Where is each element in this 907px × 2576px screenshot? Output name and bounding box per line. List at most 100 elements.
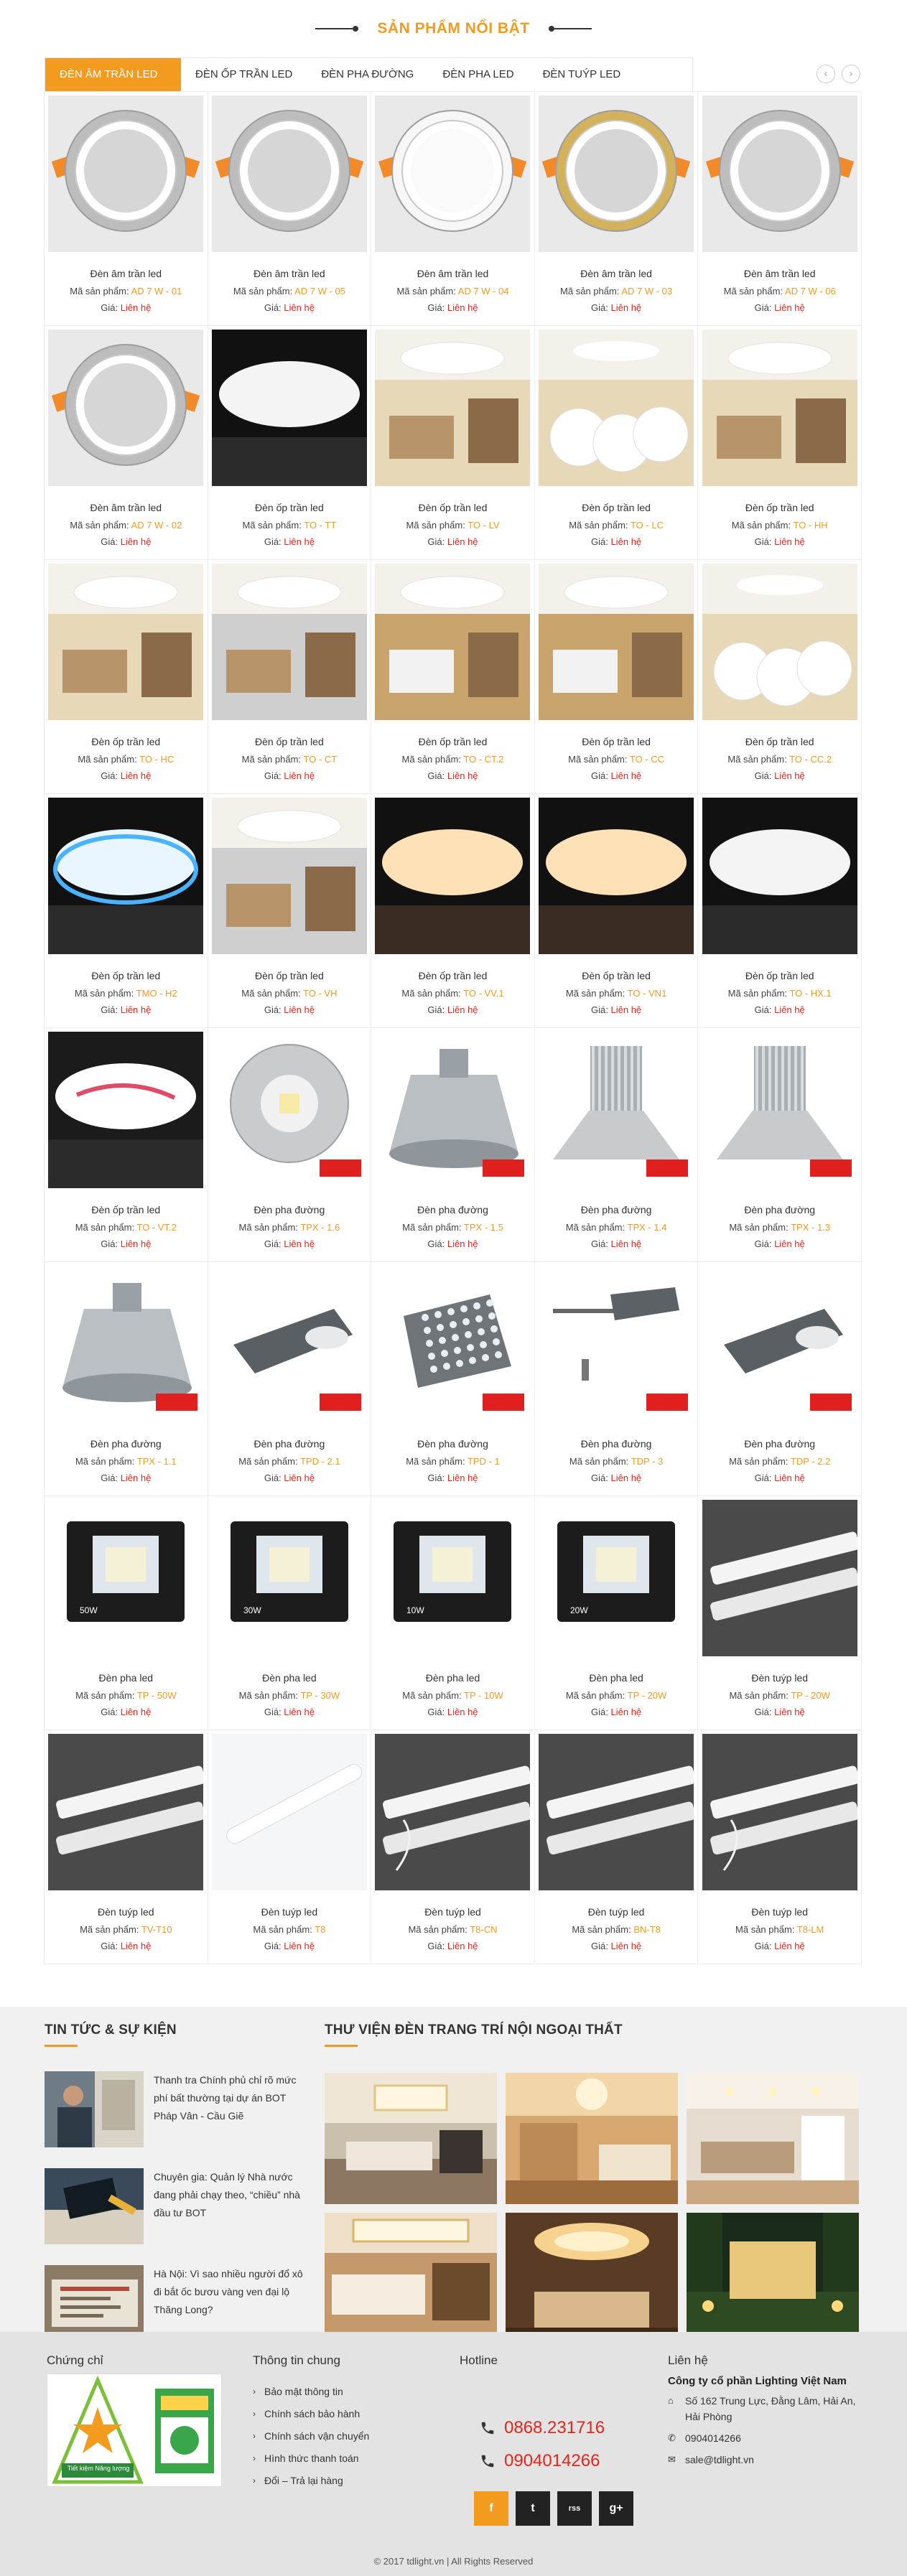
product-card[interactable]: 30W Đèn pha led Mã sản phẩm: TP - 30W Giá: …	[207, 1495, 372, 1730]
product-name[interactable]: Đèn âm trần led	[375, 268, 531, 279]
footer-link-label[interactable]: Chính sách vận chuyển	[264, 2425, 369, 2447]
footer-link-privacy[interactable]: › Bảo mật thông tin	[253, 2381, 369, 2403]
gallery-image[interactable]	[325, 2213, 497, 2344]
footer-link-returns[interactable]: › Đổi – Trả lại hàng	[253, 2470, 369, 2492]
phone-text[interactable]: 0904014266	[685, 2430, 741, 2446]
product-price-value[interactable]: Liên hệ	[284, 1707, 315, 1717]
product-name[interactable]: Đèn ốp trần led	[212, 970, 368, 981]
product-image[interactable]	[48, 1032, 204, 1188]
product-card[interactable]: Đèn ốp trần led Mã sản phẩm: TO - LV Giá: …	[371, 325, 535, 560]
gallery-image[interactable]	[325, 2073, 497, 2204]
product-card[interactable]: Đèn pha đường Mã sản phẩm: TPX - 1.1 Giá: …	[44, 1261, 208, 1496]
product-card[interactable]: Đèn tuýp led Mã sản phẩm: TV-T10 Giá: Liên…	[44, 1730, 208, 1964]
news-item[interactable]: Chuyên gia: Quản lý Nhà nước đang phải c…	[45, 2168, 303, 2247]
product-card[interactable]: Đèn tuýp led Mã sản phẩm: T8 Giá: Liên hệ	[207, 1730, 372, 1964]
product-name[interactable]: Đèn tuýp led	[375, 1906, 531, 1918]
product-image[interactable]	[375, 798, 531, 954]
product-image[interactable]	[539, 95, 694, 252]
product-image[interactable]: 50W	[48, 1500, 204, 1656]
product-name[interactable]: Đèn ốp trần led	[48, 736, 204, 747]
product-image[interactable]	[702, 564, 857, 720]
product-name[interactable]: Đèn ốp trần led	[48, 970, 204, 981]
product-price-value[interactable]: Liên hệ	[284, 302, 315, 313]
product-name[interactable]: Đèn tuýp led	[212, 1906, 368, 1918]
product-name[interactable]: Đèn âm trần led	[539, 268, 694, 279]
hotline-1[interactable]: 0868.231716	[480, 2418, 605, 2438]
product-price-value[interactable]: Liên hệ	[284, 1238, 315, 1249]
product-name[interactable]: Đèn tuýp led	[702, 1672, 857, 1684]
product-name[interactable]: Đèn pha đường	[212, 1204, 368, 1215]
product-image[interactable]	[211, 1734, 368, 1890]
product-price-value[interactable]: Liên hệ	[121, 1707, 152, 1717]
product-card[interactable]: Đèn pha đường Mã sản phẩm: TPX - 1.6 Giá: …	[207, 1027, 372, 1262]
product-price-value[interactable]: Liên hệ	[284, 770, 315, 781]
contact-phone[interactable]: ✆ 0904014266	[668, 2430, 869, 2446]
product-image[interactable]	[375, 1734, 531, 1890]
hotline-number[interactable]: 0904014266	[504, 2451, 600, 2471]
product-card[interactable]: Đèn ốp trần led Mã sản phẩm: TO - TT Giá: …	[207, 325, 372, 560]
product-image[interactable]	[702, 330, 857, 486]
product-price-value[interactable]: Liên hệ	[284, 1004, 315, 1015]
footer-link-label[interactable]: Hình thức thanh toán	[264, 2447, 359, 2470]
product-image[interactable]	[539, 564, 694, 720]
product-image[interactable]	[375, 1032, 531, 1188]
news-link[interactable]: Chuyên gia: Quản lý Nhà nước đang phải c…	[154, 2168, 303, 2247]
news-thumbnail[interactable]	[45, 2071, 144, 2147]
product-image[interactable]	[702, 1734, 857, 1890]
product-name[interactable]: Đèn âm trần led	[48, 268, 204, 279]
product-card[interactable]: Đèn ốp trần led Mã sản phẩm: TO - LC Giá: …	[534, 325, 699, 560]
product-name[interactable]: Đèn âm trần led	[48, 502, 204, 513]
tab-den-tuyp-led[interactable]: ĐÈN TUÝP LED	[529, 58, 636, 91]
product-price-value[interactable]: Liên hệ	[447, 1473, 478, 1483]
product-name[interactable]: Đèn ốp trần led	[212, 736, 368, 747]
product-price-value[interactable]: Liên hệ	[121, 536, 152, 547]
product-card[interactable]: Đèn ốp trần led Mã sản phẩm: TO - CT.2 Giá…	[371, 559, 535, 794]
email-text[interactable]: sale@tdlight.vn	[685, 2452, 754, 2468]
product-card[interactable]: Đèn âm trần led Mã sản phẩm: AD 7 W - 01 G…	[44, 91, 208, 326]
product-image[interactable]	[702, 1500, 857, 1656]
product-name[interactable]: Đèn ốp trần led	[702, 736, 857, 747]
product-name[interactable]: Đèn ốp trần led	[539, 502, 694, 513]
tab-den-op-tran-led[interactable]: ĐÈN ỐP TRẦN LED	[181, 58, 307, 91]
product-card[interactable]: Đèn pha đường Mã sản phẩm: TDP - 3 Giá: Li…	[534, 1261, 699, 1496]
product-name[interactable]: Đèn âm trần led	[702, 268, 857, 279]
product-price-value[interactable]: Liên hệ	[611, 1238, 642, 1249]
product-name[interactable]: Đèn pha đường	[702, 1438, 857, 1450]
gallery-image[interactable]	[687, 2073, 859, 2204]
product-price-value[interactable]: Liên hệ	[774, 536, 805, 547]
product-price-value[interactable]: Liên hệ	[774, 302, 805, 313]
product-price-value[interactable]: Liên hệ	[774, 1238, 805, 1249]
product-price-value[interactable]: Liên hệ	[284, 536, 315, 547]
product-image[interactable]	[211, 798, 368, 954]
product-card[interactable]: Đèn tuýp led Mã sản phẩm: T8-CN Giá: Liên …	[371, 1730, 535, 1964]
product-card[interactable]: Đèn ốp trần led Mã sản phẩm: TO - VN1 Giá:…	[534, 793, 699, 1028]
product-price-value[interactable]: Liên hệ	[121, 1941, 152, 1951]
gallery-image[interactable]	[506, 2213, 678, 2344]
footer-link-warranty[interactable]: › Chính sách bảo hành	[253, 2403, 369, 2425]
product-image[interactable]	[702, 95, 857, 252]
product-image[interactable]	[375, 330, 531, 486]
facebook-icon[interactable]: f	[474, 2491, 508, 2526]
product-card[interactable]: Đèn ốp trần led Mã sản phẩm: TO - CC Giá: …	[534, 559, 699, 794]
tab-den-pha-led[interactable]: ĐÈN PHA LED	[428, 58, 528, 91]
twitter-icon[interactable]: t	[516, 2491, 550, 2526]
product-name[interactable]: Đèn pha led	[48, 1672, 204, 1684]
product-name[interactable]: Đèn ốp trần led	[702, 970, 857, 981]
product-card[interactable]: Đèn tuýp led Mã sản phẩm: T8-LM Giá: Liên …	[697, 1730, 862, 1964]
product-card[interactable]: Đèn ốp trần led Mã sản phẩm: TMO - H2 Giá:…	[44, 793, 208, 1028]
product-price-value[interactable]: Liên hệ	[121, 302, 152, 313]
product-card[interactable]: Đèn pha đường Mã sản phẩm: TDP - 2.2 Giá: …	[697, 1261, 862, 1496]
product-image[interactable]	[702, 1032, 857, 1188]
product-image[interactable]	[211, 564, 368, 720]
news-link[interactable]: Thanh tra Chính phủ chỉ rõ mức phí bất t…	[154, 2071, 303, 2150]
contact-email[interactable]: ✉ sale@tdlight.vn	[668, 2452, 869, 2468]
product-card[interactable]: Đèn pha đường Mã sản phẩm: TPX - 1.5 Giá: …	[371, 1027, 535, 1262]
product-name[interactable]: Đèn pha đường	[375, 1204, 531, 1215]
product-image[interactable]	[539, 798, 694, 954]
tab-den-pha-duong[interactable]: ĐÈN PHA ĐƯỜNG	[307, 58, 428, 91]
product-name[interactable]: Đèn pha đường	[48, 1438, 204, 1450]
product-image[interactable]: 20W	[539, 1500, 694, 1656]
product-image[interactable]	[375, 95, 531, 252]
product-card[interactable]: Đèn âm trần led Mã sản phẩm: AD 7 W - 02 G…	[44, 325, 208, 560]
product-name[interactable]: Đèn ốp trần led	[702, 502, 857, 513]
